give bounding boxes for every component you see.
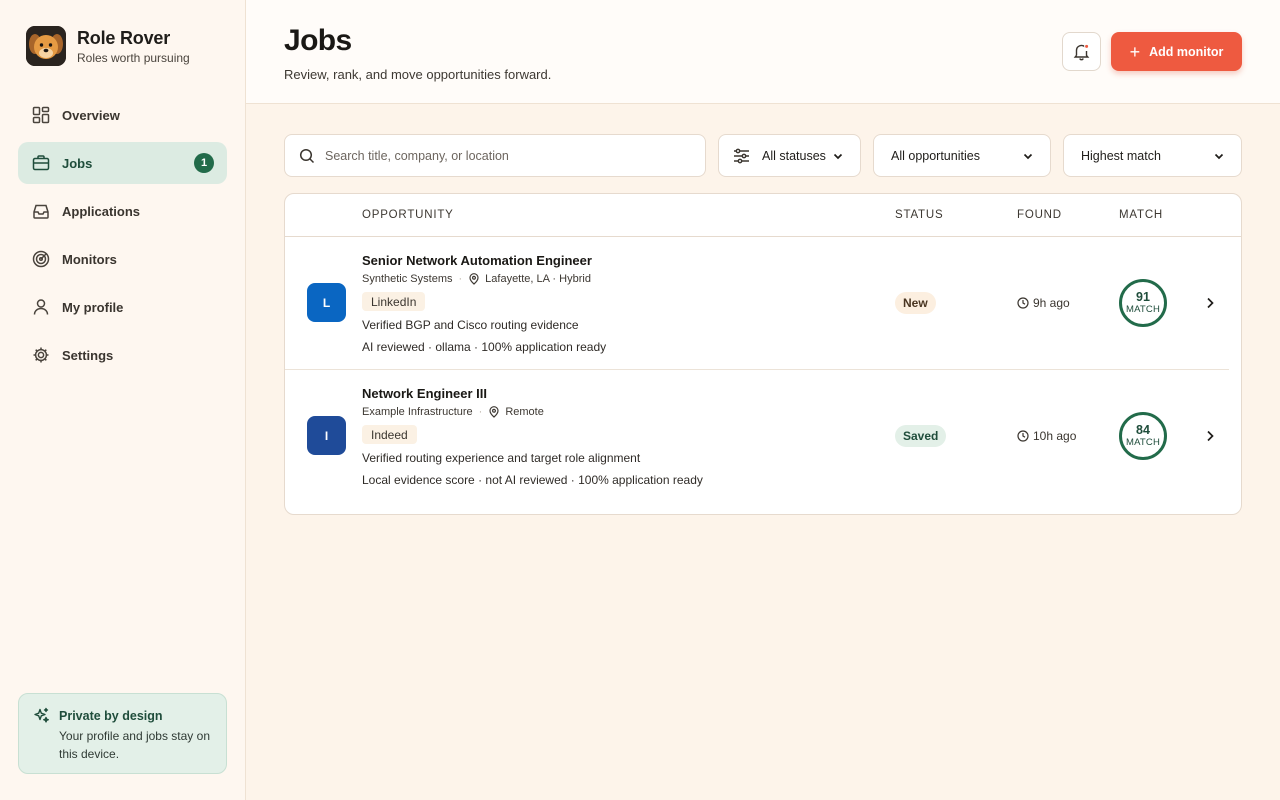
page-header: Jobs Review, rank, and move opportunitie… [246,0,1280,104]
sidebar-item-label: My profile [62,299,124,315]
found-time: 9h ago [1017,296,1070,310]
chevron-down-icon [832,150,844,162]
sort-select[interactable]: Highest match [1063,134,1242,177]
match-score-ring: 91 MATCH [1119,279,1167,327]
found-time: 10h ago [1017,429,1076,443]
privacy-title: Private by design [59,708,163,723]
search-box[interactable] [284,134,706,177]
sidebar-item-overview[interactable]: Overview [18,94,227,136]
user-icon [31,298,50,317]
column-header-match[interactable]: MATCH [1119,209,1163,221]
job-location: Remote [505,406,544,418]
job-title[interactable]: Senior Network Automation Engineer [362,253,592,268]
grid-icon [31,106,50,125]
sidebar-item-applications[interactable]: Applications [18,190,227,232]
dog-logo-icon [26,26,66,66]
match-score-label: MATCH [1125,304,1161,315]
company-avatar: L [307,283,346,322]
sidebar-item-my-profile[interactable]: My profile [18,286,227,328]
status-filter-value: All statuses [762,148,826,163]
chevron-down-icon [1022,150,1034,162]
job-meta: Example Infrastructure · Remote [362,406,544,418]
sidebar-item-jobs[interactable]: Jobs 1 [18,142,227,184]
search-input[interactable] [325,148,685,163]
location-pin-icon [468,273,480,285]
page-subtitle: Review, rank, and move opportunities for… [284,67,552,82]
sliders-icon [733,148,750,164]
opportunity-filter-value: All opportunities [891,148,980,163]
clock-icon [1017,297,1029,309]
review-summary: AI reviewed · ollama · 100% application … [362,340,607,354]
job-meta: Synthetic Systems · Lafayette, LA · Hybr… [362,273,591,285]
sidebar-item-label: Settings [62,347,114,363]
brand[interactable]: Role Rover Roles worth pursuing [26,26,190,66]
job-location: Lafayette, LA · Hybrid [485,273,591,285]
sidebar-nav: Overview Jobs 1 Applications Monitors My… [18,94,227,382]
company-avatar: I [307,416,346,455]
inbox-icon [31,202,50,221]
location-pin-icon [488,406,500,418]
separator: · [478,406,483,418]
sidebar-item-settings[interactable]: Settings [18,334,227,376]
jobs-table: OPPORTUNITY STATUS FOUND MATCH L Senior … [284,193,1242,515]
chevron-down-icon [1213,150,1225,162]
search-icon [299,148,315,164]
table-row[interactable]: L Senior Network Automation Engineer Syn… [285,237,1229,370]
chevron-right-icon[interactable] [1203,429,1217,443]
sparkles-icon [33,707,50,724]
jobs-count-badge: 1 [194,153,214,173]
match-score: 84 [1136,423,1150,437]
radar-icon [31,250,50,269]
company-name: Example Infrastructure [362,406,473,418]
sidebar-item-monitors[interactable]: Monitors [18,238,227,280]
notifications-button[interactable] [1062,32,1101,71]
bell-icon [1072,42,1091,61]
source-tag: Indeed [362,425,417,444]
plus-icon: + [1129,41,1141,62]
match-score-label: MATCH [1125,437,1161,448]
sidebar-item-label: Overview [62,107,120,123]
sidebar: Role Rover Roles worth pursuing Overview… [0,0,246,800]
separator: · [458,273,463,285]
company-name: Synthetic Systems [362,273,453,285]
source-tag: LinkedIn [362,292,426,311]
brand-tagline: Roles worth pursuing [77,50,190,65]
sidebar-item-label: Monitors [62,251,117,267]
sidebar-item-label: Jobs [62,155,93,171]
gear-icon [31,346,50,365]
brand-name: Role Rover [77,27,171,48]
chevron-right-icon[interactable] [1203,296,1217,310]
match-reason: Verified routing experience and target r… [362,451,641,465]
table-header: OPPORTUNITY STATUS FOUND MATCH [285,194,1241,237]
privacy-text: Your profile and jobs stay on this devic… [59,729,210,761]
clock-icon [1017,430,1029,442]
match-score-ring: 84 MATCH [1119,412,1167,460]
table-row[interactable]: I Network Engineer III Example Infrastru… [285,370,1229,503]
column-header-found[interactable]: FOUND [1017,209,1062,221]
status-badge: New [895,292,936,314]
column-header-opportunity[interactable]: OPPORTUNITY [362,209,454,221]
found-time-text: 9h ago [1033,296,1070,310]
add-monitor-label: Add monitor [1149,44,1224,59]
sort-value: Highest match [1081,148,1161,163]
review-summary: Local evidence score · not AI reviewed ·… [362,473,703,487]
found-time-text: 10h ago [1033,429,1077,443]
page-title: Jobs [284,24,352,57]
job-title[interactable]: Network Engineer III [362,386,487,401]
sidebar-item-label: Applications [62,203,141,219]
status-filter-select[interactable]: All statuses [718,134,861,177]
column-header-status[interactable]: STATUS [895,209,943,221]
match-score: 91 [1136,290,1150,304]
privacy-card: Private by design Your profile and jobs … [18,693,227,774]
add-monitor-button[interactable]: + Add monitor [1111,32,1242,71]
opportunity-filter-select[interactable]: All opportunities [873,134,1051,177]
match-reason: Verified BGP and Cisco routing evidence [362,318,579,332]
status-badge: Saved [895,425,947,447]
briefcase-icon [31,154,50,173]
